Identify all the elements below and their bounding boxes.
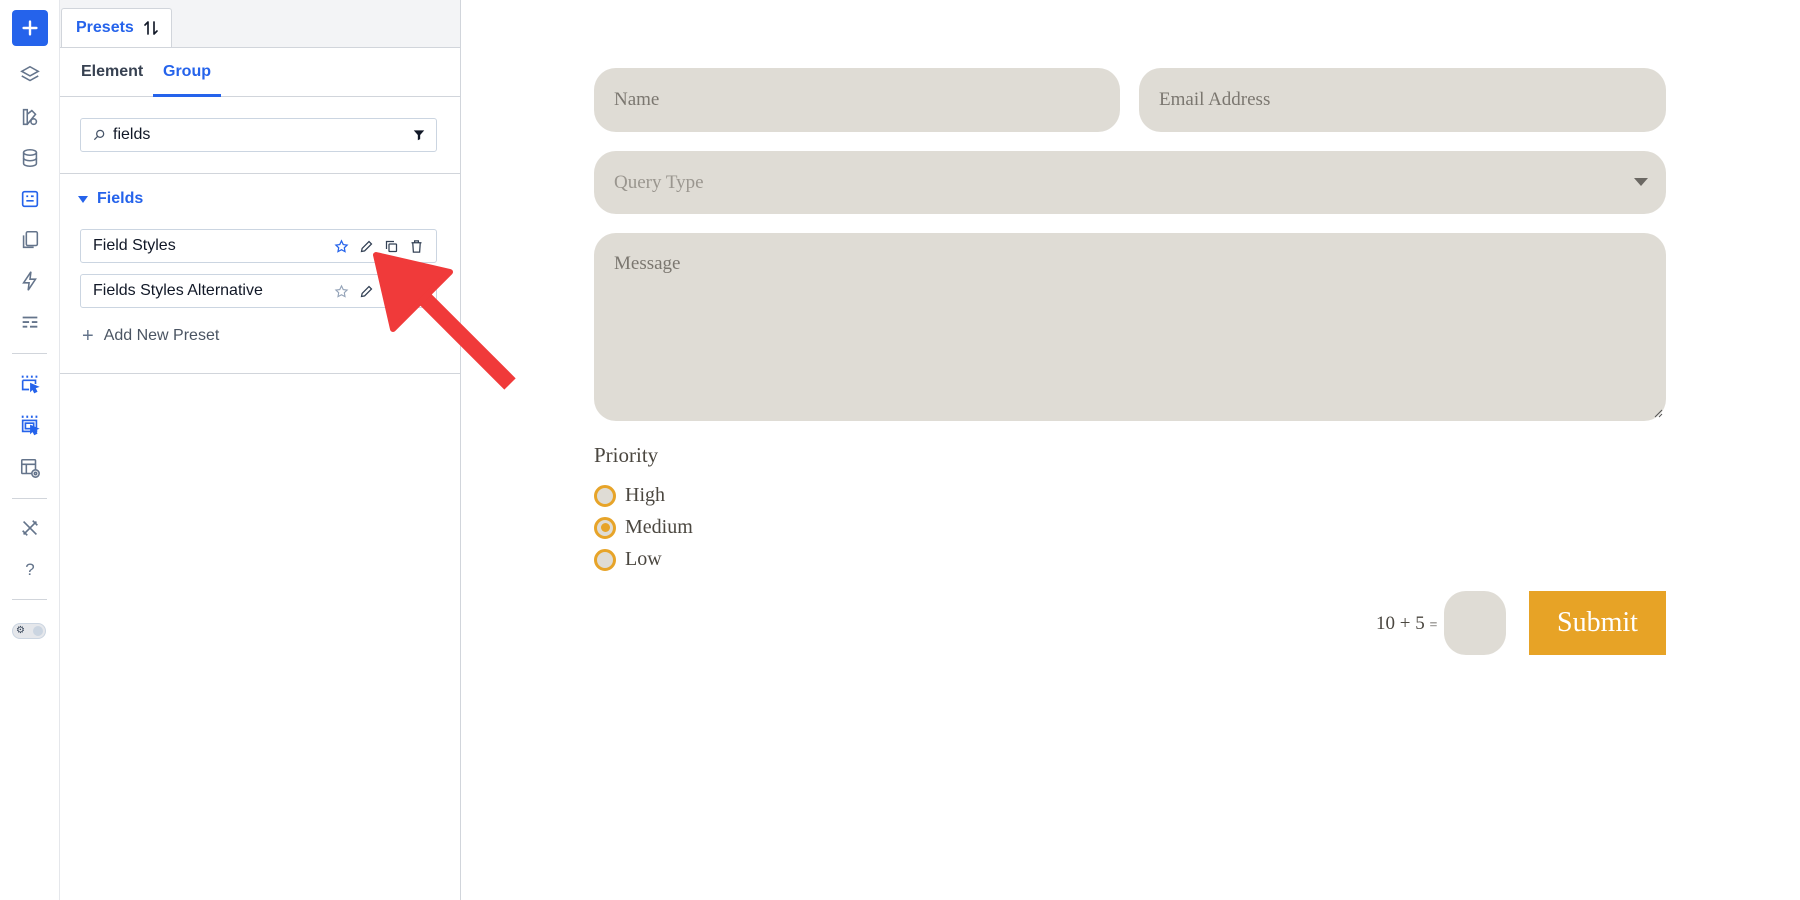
preset-item[interactable]: Fields Styles Alternative bbox=[80, 274, 437, 308]
edit-icon[interactable] bbox=[357, 237, 376, 256]
edit-icon[interactable] bbox=[357, 282, 376, 301]
chevron-down-icon bbox=[1634, 178, 1648, 186]
layout-preview-icon[interactable] bbox=[12, 450, 48, 486]
group-fields-header[interactable]: Fields bbox=[78, 190, 143, 208]
form-icon[interactable] bbox=[12, 181, 48, 217]
database-icon[interactable] bbox=[12, 140, 48, 176]
tab-group[interactable]: Group bbox=[153, 48, 221, 97]
preset-item[interactable]: Field Styles bbox=[80, 229, 437, 263]
search-icon bbox=[93, 129, 105, 141]
theme-toggle-icon[interactable]: ⚙ bbox=[12, 623, 46, 639]
tab-presets[interactable]: Presets bbox=[61, 8, 172, 47]
layers-icon[interactable] bbox=[12, 57, 48, 93]
duplicate-icon[interactable] bbox=[382, 237, 401, 256]
name-field[interactable] bbox=[594, 68, 1120, 132]
submit-button[interactable]: Submit bbox=[1529, 591, 1666, 655]
radio-button[interactable] bbox=[594, 516, 616, 539]
presets-panel: Presets Element Group Fields Field Style… bbox=[60, 0, 461, 900]
left-toolbar: ? ⚙ bbox=[0, 0, 60, 900]
add-preset-button[interactable]: + Add New Preset bbox=[82, 326, 219, 346]
search-box bbox=[80, 118, 437, 152]
select-child-icon[interactable] bbox=[12, 407, 48, 443]
priority-label: Priority bbox=[594, 443, 659, 467]
filter-icon[interactable] bbox=[412, 128, 426, 142]
radio-button[interactable] bbox=[594, 548, 616, 571]
help-icon[interactable]: ? bbox=[12, 552, 48, 588]
plus-icon: + bbox=[82, 325, 94, 347]
delete-icon[interactable] bbox=[407, 282, 426, 301]
query-type-select[interactable]: Query Type bbox=[594, 151, 1666, 214]
search-input[interactable] bbox=[113, 119, 403, 151]
plus-icon[interactable] bbox=[12, 10, 48, 46]
radio-button[interactable] bbox=[594, 484, 616, 507]
preset-subtabs: Element Group bbox=[60, 48, 460, 97]
radio-low[interactable]: Low bbox=[594, 548, 662, 571]
select-parent-icon[interactable] bbox=[12, 366, 48, 402]
palette-icon[interactable] bbox=[12, 99, 48, 135]
radio-high[interactable]: High bbox=[594, 484, 665, 507]
resize-handle-icon[interactable] bbox=[1653, 408, 1663, 418]
pages-icon[interactable] bbox=[12, 222, 48, 258]
delete-icon[interactable] bbox=[407, 237, 426, 256]
duplicate-icon[interactable] bbox=[382, 282, 401, 301]
template-icon[interactable] bbox=[12, 305, 48, 341]
captcha-input[interactable] bbox=[1444, 591, 1506, 655]
star-icon[interactable] bbox=[332, 237, 351, 256]
radio-medium[interactable]: Medium bbox=[594, 516, 693, 539]
tools-icon[interactable] bbox=[12, 510, 48, 546]
panel-tab-strip: Presets bbox=[60, 0, 460, 48]
tab-element[interactable]: Element bbox=[81, 48, 143, 96]
lightning-icon[interactable] bbox=[12, 263, 48, 299]
message-field[interactable]: Message bbox=[594, 233, 1666, 421]
email-field[interactable] bbox=[1139, 68, 1666, 132]
star-icon[interactable] bbox=[332, 282, 351, 301]
captcha-question: 10 + 5 = bbox=[1376, 613, 1438, 634]
sort-icon[interactable] bbox=[142, 19, 160, 37]
caret-down-icon bbox=[78, 195, 88, 203]
